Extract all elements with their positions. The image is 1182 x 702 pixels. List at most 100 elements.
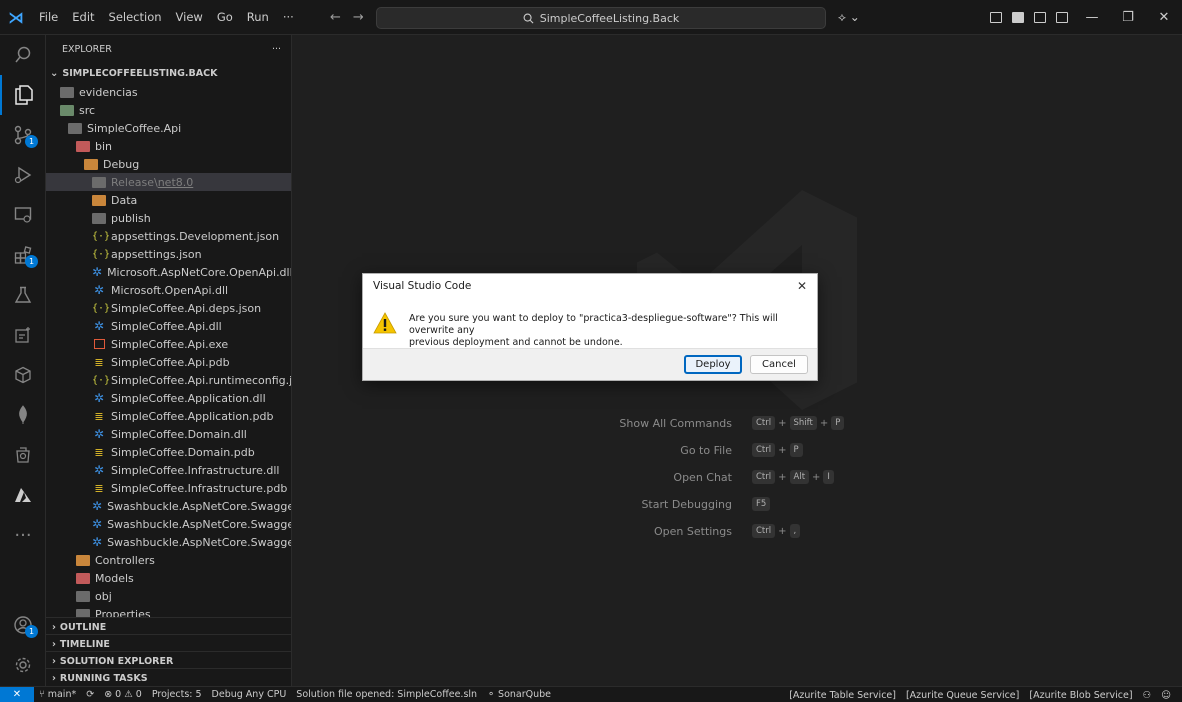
explorer-icon[interactable] [0, 75, 46, 115]
tree-item[interactable]: ✲ Microsoft.AspNetCore.OpenApi.dll [46, 263, 291, 281]
tree-item[interactable]: ✲ Swashbuckle.AspNetCore.Swagger.dll [46, 497, 291, 515]
azurite-table-service[interactable]: [Azurite Table Service] [784, 690, 901, 701]
menu-go[interactable]: Go [210, 0, 240, 35]
problems-indicator[interactable]: ⊗ 0 ⚠ 0 [99, 689, 147, 700]
tree-item[interactable]: ≣ SimpleCoffee.Api.pdb [46, 353, 291, 371]
testing-icon[interactable] [0, 275, 46, 315]
sonarqube-indicator[interactable]: ⚬ SonarQube [482, 689, 556, 700]
tree-item[interactable]: Data [46, 191, 291, 209]
dialog-message-line2: previous deployment and cannot be undone… [409, 337, 623, 348]
plus-sign: + [778, 471, 787, 483]
hint-open-settings[interactable]: Open Settings Ctrl + , [292, 523, 1182, 539]
projects-indicator[interactable]: Projects: 5 [147, 689, 207, 700]
hint-open-chat[interactable]: Open Chat Ctrl + Alt + I [292, 469, 1182, 485]
mongodb-icon[interactable] [0, 395, 46, 435]
layout-customize-icon[interactable] [990, 12, 1002, 23]
sync-icon[interactable]: ⟳ [81, 689, 99, 700]
tree-item[interactable]: ✲ Swashbuckle.AspNetCore.SwaggerGen.... [46, 515, 291, 533]
build-config[interactable]: Debug Any CPU [207, 689, 292, 700]
solution-status[interactable]: Solution file opened: SimpleCoffee.sln [291, 689, 482, 700]
run-debug-icon[interactable] [0, 155, 46, 195]
tree-item[interactable]: ≣ SimpleCoffee.Application.pdb [46, 407, 291, 425]
containers-icon[interactable] [0, 315, 46, 355]
tree-item[interactable]: ✲ SimpleCoffee.Application.dll [46, 389, 291, 407]
hint-label: Go to File [680, 443, 732, 457]
accounts-icon[interactable]: 1 [0, 605, 46, 645]
toggle-primary-sidebar-icon[interactable] [1012, 12, 1024, 23]
source-control-icon[interactable]: 1 [0, 115, 46, 155]
azurite-queue-service[interactable]: [Azurite Queue Service] [901, 690, 1024, 701]
tree-item[interactable]: evidencias [46, 83, 291, 101]
more-views-icon[interactable]: ··· [0, 515, 46, 555]
hint-show-all-commands[interactable]: Show All Commands Ctrl + Shift + P [292, 415, 1182, 431]
tree-item[interactable]: {·} appsettings.Development.json [46, 227, 291, 245]
hint-label: Show All Commands [619, 416, 732, 430]
hint-label: Open Chat [673, 470, 732, 484]
menu-more[interactable]: ··· [276, 0, 301, 35]
tree-item[interactable]: ✲ SimpleCoffee.Infrastructure.dll [46, 461, 291, 479]
tree-item[interactable]: Controllers [46, 551, 291, 569]
tree-item-label: SimpleCoffee.Api.dll [111, 319, 222, 333]
tree-item[interactable]: ≣ SimpleCoffee.Infrastructure.pdb [46, 479, 291, 497]
restore-icon[interactable]: ❐ [1110, 10, 1146, 25]
folder-icon [92, 194, 106, 206]
close-window-icon[interactable]: ✕ [1146, 10, 1182, 25]
cancel-button[interactable]: Cancel [750, 355, 808, 374]
tree-item[interactable]: ✲ SimpleCoffee.Domain.dll [46, 425, 291, 443]
tree-item[interactable]: publish [46, 209, 291, 227]
branch-indicator[interactable]: ⑂ main* [34, 689, 81, 700]
extensions-badge: 1 [25, 255, 38, 268]
tree-item-label: Microsoft.AspNetCore.OpenApi.dll [107, 265, 292, 279]
tree-item[interactable]: Release \ net8.0 [46, 173, 291, 191]
deploy-button[interactable]: Deploy [684, 355, 742, 374]
extensions-icon[interactable]: 1 [0, 235, 46, 275]
explorer-more-icon[interactable]: ··· [272, 44, 281, 55]
docker-icon[interactable] [0, 435, 46, 475]
menu-view[interactable]: View [169, 0, 210, 35]
tree-item-compact-suffix[interactable]: net8.0 [158, 176, 194, 189]
toggle-panel-icon[interactable] [1034, 12, 1046, 23]
hint-start-debugging[interactable]: Start Debugging F5 [292, 496, 1182, 512]
tree-item-label: Release [111, 175, 154, 189]
tree-item[interactable]: ✲ Microsoft.OpenApi.dll [46, 281, 291, 299]
remote-explorer-icon[interactable] [0, 195, 46, 235]
command-center[interactable]: SimpleCoffeeListing.Back [376, 7, 826, 29]
tree-item[interactable]: {·} appsettings.json [46, 245, 291, 263]
tree-item-label: src [79, 103, 96, 117]
dialog-close-icon[interactable]: ✕ [797, 279, 807, 293]
folder-icon [92, 212, 106, 224]
running-tasks-section[interactable]: › RUNNING TASKS [46, 668, 291, 686]
tree-item[interactable]: SimpleCoffee.Api [46, 119, 291, 137]
tree-item[interactable]: {·} SimpleCoffee.Api.deps.json [46, 299, 291, 317]
remote-indicator-icon[interactable]: ✕ [0, 686, 34, 702]
tree-item[interactable]: ✲ Swashbuckle.AspNetCore.SwaggerUI.dll [46, 533, 291, 551]
tree-item[interactable]: obj [46, 587, 291, 605]
workspace-root[interactable]: ⌄ SIMPLECOFFEELISTING.BACK [46, 63, 291, 83]
search-activity-icon[interactable] [0, 35, 46, 75]
tree-item[interactable]: src [46, 101, 291, 119]
tree-item[interactable]: ≣ SimpleCoffee.Domain.pdb [46, 443, 291, 461]
copilot-icon[interactable]: ⟡ ⌄ [838, 0, 860, 35]
notifications-icon[interactable]: ☺ [1156, 690, 1176, 701]
tree-item[interactable]: Debug [46, 155, 291, 173]
tree-item[interactable]: bin [46, 137, 291, 155]
folder-icon [76, 140, 90, 152]
toggle-secondary-sidebar-icon[interactable] [1056, 12, 1068, 23]
azure-icon[interactable] [0, 475, 46, 515]
manage-gear-icon[interactable] [0, 645, 46, 685]
package-icon[interactable] [0, 355, 46, 395]
menu-selection[interactable]: Selection [102, 0, 169, 35]
hint-go-to-file[interactable]: Go to File Ctrl + P [292, 442, 1182, 458]
minimize-icon[interactable]: — [1074, 10, 1110, 25]
menu-edit[interactable]: Edit [65, 0, 101, 35]
tree-item[interactable]: ✲ SimpleCoffee.Api.dll [46, 317, 291, 335]
tree-item[interactable]: Models [46, 569, 291, 587]
menu-run[interactable]: Run [240, 0, 276, 35]
menu-file[interactable]: File [32, 0, 65, 35]
forward-arrow-icon[interactable]: → [353, 10, 364, 25]
azurite-blob-service[interactable]: [Azurite Blob Service] [1024, 690, 1137, 701]
tree-item[interactable]: {·} SimpleCoffee.Api.runtimeconfig.json [46, 371, 291, 389]
back-arrow-icon[interactable]: ← [330, 10, 341, 25]
copilot-status-icon[interactable]: ⚇ [1138, 690, 1157, 701]
tree-item[interactable]: SimpleCoffee.Api.exe [46, 335, 291, 353]
